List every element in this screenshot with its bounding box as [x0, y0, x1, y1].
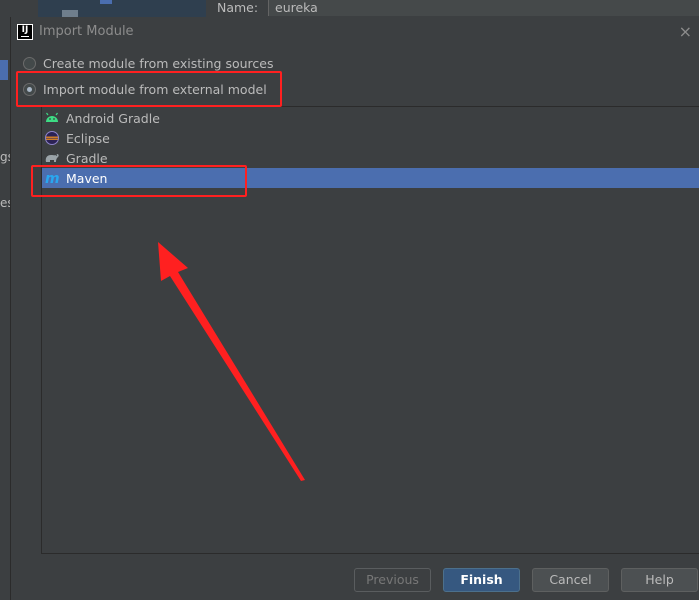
- annotation-arrow: [158, 242, 305, 481]
